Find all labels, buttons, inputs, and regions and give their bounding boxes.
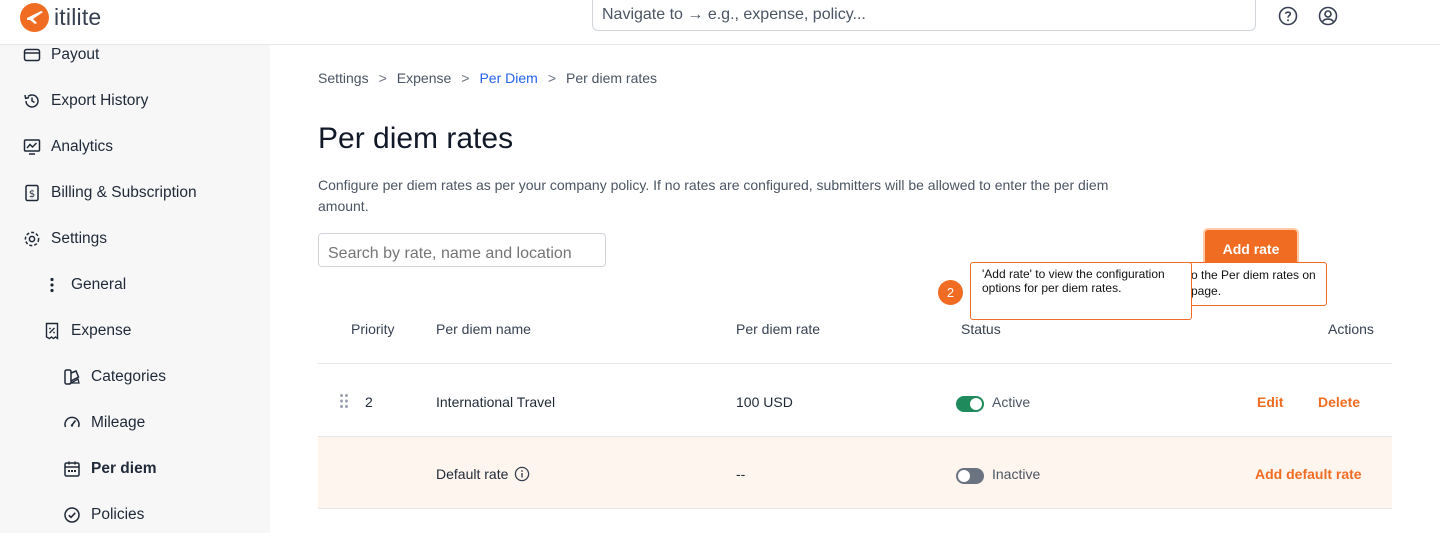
breadcrumb-expense[interactable]: Expense (397, 70, 451, 86)
billing-icon: $ (23, 184, 41, 202)
logo-text: itilite (54, 3, 102, 30)
header-priority: Priority (351, 321, 395, 337)
info-icon[interactable] (514, 466, 530, 482)
speedometer-icon (63, 414, 81, 432)
sidebar-item-mileage[interactable]: Mileage (63, 411, 145, 435)
breadcrumb-per-diem[interactable]: Per Diem (479, 70, 537, 86)
wallet-icon (23, 46, 41, 64)
header-status: Status (961, 321, 1001, 337)
row-status: Inactive (992, 466, 1041, 482)
svg-text:$: $ (29, 189, 35, 200)
tooltip-card: 'Add rate' to view the configuration opt… (970, 262, 1192, 320)
sidebar-item-policies[interactable]: Policies (63, 503, 144, 527)
logo[interactable]: itilite (20, 2, 101, 32)
row-rate: -- (736, 466, 746, 482)
tooltip-step-badge: 2 (938, 280, 963, 305)
receipt-icon (43, 322, 61, 340)
breadcrumb: Settings > Expense > Per Diem > Per diem… (318, 70, 657, 86)
more-vertical-icon (43, 276, 61, 294)
tooltip-background-card: o the Per diem rates on page. (1180, 262, 1327, 306)
sidebar-item-categories[interactable]: Categories (63, 365, 166, 389)
categories-icon (63, 368, 81, 386)
sidebar-item-payout[interactable]: Payout (23, 43, 99, 67)
table-divider (318, 508, 1392, 509)
table-divider (318, 363, 1392, 364)
row-name: Default rate (436, 466, 509, 482)
rate-search-input[interactable] (318, 233, 606, 267)
calendar-icon (63, 460, 81, 478)
history-icon (23, 92, 41, 110)
global-search-input[interactable]: Navigate to → e.g., expense, policy... (592, 0, 1256, 31)
header-rate: Per diem rate (736, 321, 821, 337)
gear-icon (23, 230, 41, 248)
airplane-icon (20, 2, 49, 32)
add-default-rate-button[interactable]: Add default rate (1255, 466, 1362, 482)
row-rate: 100 USD (736, 394, 793, 410)
page-description: Configure per diem rates as per your com… (318, 177, 1109, 214)
row-priority: 2 (365, 394, 373, 410)
header-actions: Actions (1328, 321, 1374, 337)
breadcrumb-settings[interactable]: Settings (318, 70, 369, 86)
check-circle-icon (63, 506, 81, 524)
breadcrumb-separator: > (547, 70, 556, 86)
row-name: International Travel (436, 394, 556, 410)
sidebar-item-expense[interactable]: Expense (43, 319, 131, 343)
row-status: Active (992, 394, 1031, 410)
edit-button[interactable]: Edit (1257, 394, 1283, 410)
breadcrumb-separator: > (461, 70, 470, 86)
page-title: Per diem rates (318, 122, 514, 155)
sidebar-item-analytics[interactable]: Analytics (23, 135, 113, 159)
sidebar-item-billing[interactable]: $ Billing & Subscription (23, 181, 197, 205)
help-icon[interactable] (1278, 6, 1298, 26)
sidebar-item-export-history[interactable]: Export History (23, 89, 148, 113)
sidebar-item-settings[interactable]: Settings (23, 227, 107, 251)
status-toggle-inactive[interactable] (956, 468, 984, 484)
sidebar-item-per-diem[interactable]: Per diem (63, 457, 156, 481)
header-name: Per diem name (436, 321, 531, 337)
status-toggle-active[interactable] (956, 396, 984, 412)
drag-handle-icon[interactable] (339, 393, 349, 409)
sidebar-item-general[interactable]: General (43, 273, 126, 297)
breadcrumb-current: Per diem rates (566, 70, 658, 86)
delete-button[interactable]: Delete (1318, 394, 1360, 410)
breadcrumb-separator: > (378, 70, 387, 86)
top-bar: itilite Navigate to → e.g., expense, pol… (0, 0, 1440, 45)
user-account-icon[interactable] (1318, 6, 1338, 26)
analytics-icon (23, 138, 41, 156)
